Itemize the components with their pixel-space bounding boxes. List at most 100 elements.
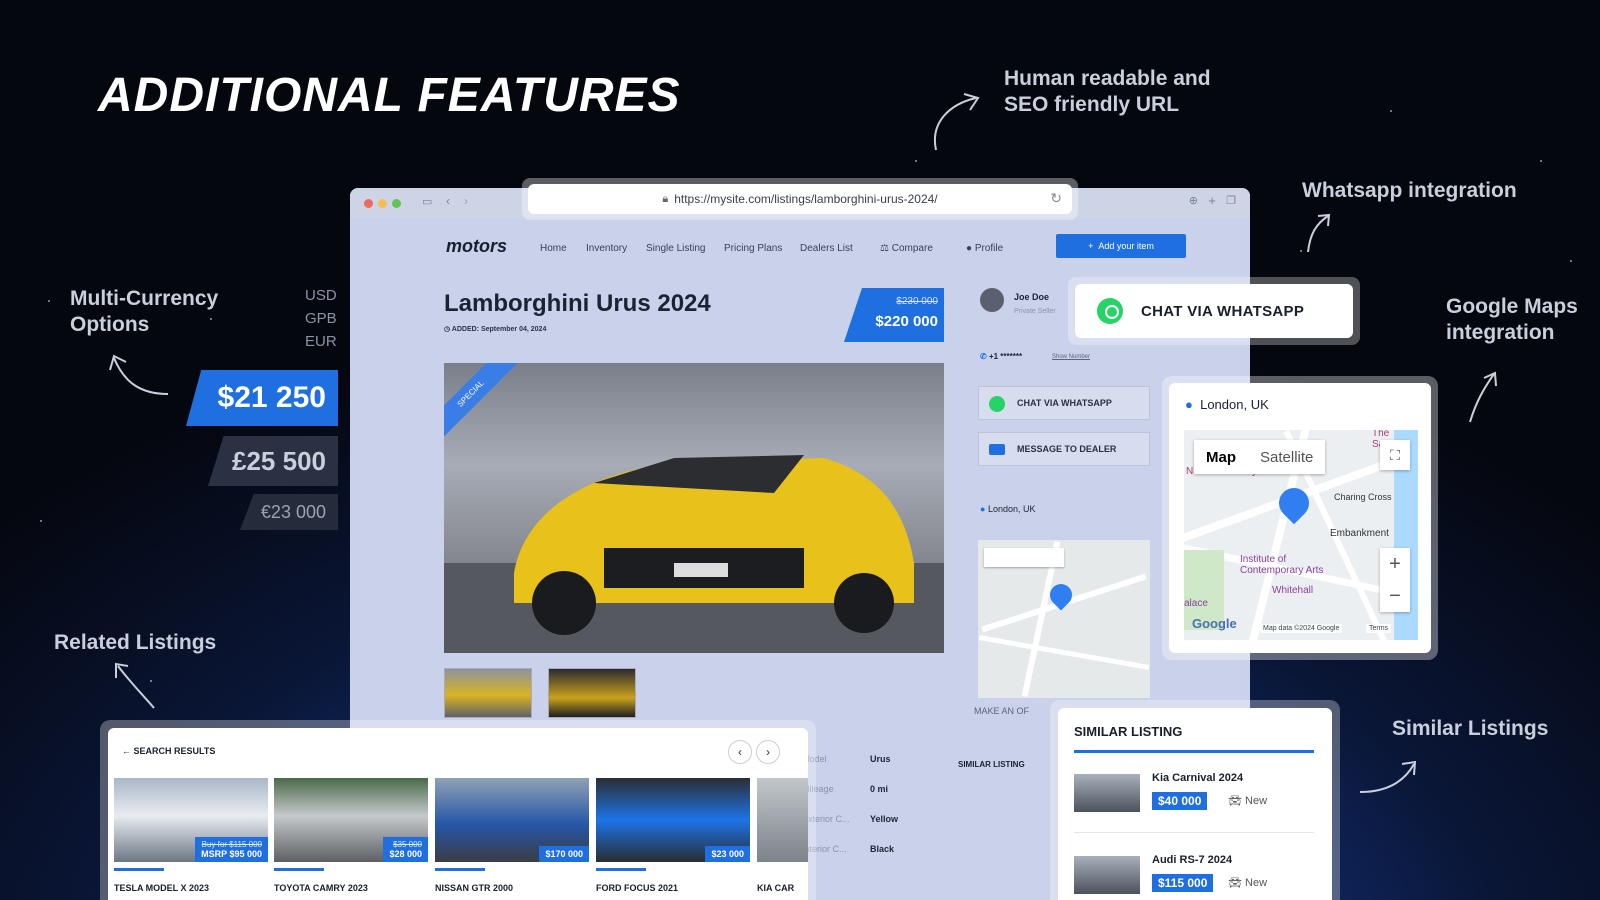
result-name[interactable]: TESLA MODEL X 2023 (114, 883, 209, 893)
back-icon[interactable]: ‹ (446, 194, 450, 208)
currency-eur[interactable]: EUR (305, 330, 337, 353)
similar-item-image[interactable] (1074, 774, 1140, 812)
result-image[interactable]: $35 000 $28 000 (274, 778, 428, 862)
nav-single-listing[interactable]: Single Listing (646, 243, 705, 254)
car-icon: 🚘︎ (1228, 795, 1246, 807)
result-price: $170 000 (545, 849, 583, 859)
fullscreen-icon[interactable]: ⛶ (1380, 440, 1410, 470)
similar-item-price: $115 000 (1152, 874, 1214, 892)
sidebar-toggle-icon[interactable]: ▭ (422, 195, 432, 208)
zoom-out-icon[interactable]: − (1380, 580, 1410, 612)
map-tab-map[interactable]: Map (1194, 440, 1248, 474)
site-logo[interactable]: motors (446, 236, 507, 257)
map-attribution: Map data ©2024 Google (1260, 624, 1343, 633)
similar-listing-card: SIMILAR LISTING Kia Carnival 2024 $40 00… (1058, 708, 1332, 900)
map-canvas[interactable]: The Savoy National Gallery Charing Cross… (1184, 430, 1418, 640)
result-price-tag: Buy for $115 000 MSRP $95 000 (195, 837, 268, 862)
thumbnail-1[interactable] (444, 668, 532, 718)
map-terms-link[interactable]: Terms (1366, 624, 1392, 633)
car-icon: 🚘︎ (1228, 877, 1246, 889)
currency-gpb[interactable]: GPB (305, 307, 337, 330)
result-name[interactable]: TOYOTA CAMRY 2023 (274, 883, 368, 893)
tabs-overview-icon[interactable]: ❐ (1226, 194, 1236, 207)
result-image[interactable]: Buy for $115 000 MSRP $95 000 (114, 778, 268, 862)
old-price: $230 000 (896, 296, 938, 307)
similar-item-condition-text: New (1245, 877, 1268, 889)
similar-item-image[interactable] (1074, 856, 1140, 894)
back-to-search-link[interactable]: ← SEARCH RESULTS (122, 746, 215, 756)
similar-item-name[interactable]: Audi RS-7 2024 (1152, 854, 1232, 866)
whatsapp-highlight: CHAT VIA WHATSAPP (1068, 277, 1360, 345)
nav-profile[interactable]: ● Profile (966, 243, 1003, 254)
headline: ADDITIONAL FEATURES (98, 69, 681, 122)
map-location-text: London, UK (1200, 397, 1269, 412)
main-car-image[interactable]: SPECIAL (444, 363, 944, 653)
reload-icon[interactable]: ↻ (1050, 190, 1062, 207)
zoom-controls: + − (1380, 548, 1410, 612)
forward-icon[interactable]: › (464, 194, 468, 208)
message-dealer-button[interactable]: MESSAGE TO DEALER (978, 432, 1150, 466)
spec-value: Yellow (870, 814, 899, 824)
curved-arrow-icon (1469, 371, 1497, 423)
whatsapp-icon (1097, 298, 1123, 324)
similar-item-name[interactable]: Kia Carnival 2024 (1152, 772, 1243, 784)
whatsapp-icon (989, 396, 1005, 412)
map-type-tabs: Map Satellite (1194, 440, 1326, 474)
currency-usd[interactable]: USD (305, 284, 337, 307)
result-price: $28 000 (389, 849, 422, 859)
url-bar[interactable]: 🔒︎ https://mysite.com/listings/lamborghi… (528, 184, 1072, 214)
nav-compare[interactable]: ⚖ Compare (880, 243, 933, 254)
nav-dealers-list[interactable]: Dealers List (800, 243, 853, 254)
chat-whatsapp-button[interactable]: CHAT VIA WHATSAPP (978, 386, 1150, 420)
location-pin-icon: ● (980, 504, 988, 514)
make-offer-link[interactable]: MAKE AN OF (974, 706, 1029, 716)
show-number-link[interactable]: Show Number (1052, 354, 1090, 360)
mini-map-tab-map[interactable]: Map (992, 552, 1012, 563)
whatsapp-label: CHAT VIA WHATSAPP (1141, 302, 1305, 320)
result-price: $23 000 (711, 849, 744, 859)
result-name[interactable]: NISSAN GTR 2000 (435, 883, 513, 893)
result-price-tag: $170 000 (539, 846, 589, 862)
result-price-tag: $35 000 $28 000 (383, 837, 428, 862)
result-name[interactable]: FORD FOCUS 2021 (596, 883, 678, 893)
result-indicator (596, 868, 646, 871)
nav-inventory[interactable]: Inventory (586, 243, 627, 254)
maximize-window-button[interactable] (392, 199, 401, 208)
message-dealer-label: MESSAGE TO DEALER (1017, 444, 1117, 454)
thumbnail-2[interactable] (548, 668, 636, 718)
close-window-button[interactable] (364, 199, 373, 208)
similar-item-condition: 🚘︎ New (1228, 876, 1267, 889)
download-icon[interactable]: ⊕ (1189, 194, 1198, 207)
result-image[interactable]: $170 000 (435, 778, 589, 862)
carousel-next-button[interactable]: › (756, 740, 780, 764)
google-logo: Google (1192, 616, 1237, 631)
added-date: ◷ ADDED: September 04, 2024 (444, 325, 546, 333)
mini-map[interactable]: Map Satellite (978, 540, 1150, 698)
added-date-text: ADDED: September 04, 2024 (451, 326, 547, 333)
spec-value: 0 mi (870, 784, 889, 794)
mini-map-tab-satellite[interactable]: Satellite (1020, 552, 1056, 563)
carousel-prev-button[interactable]: ‹ (728, 740, 752, 764)
currency-list: USD GPB EUR (305, 284, 337, 353)
result-image[interactable]: $23 000 (596, 778, 750, 862)
phone-number: +1 ******* (988, 352, 1023, 361)
result-name[interactable]: KIA CAR (757, 883, 794, 893)
similar-item-price: $40 000 (1152, 792, 1208, 810)
location-text: London, UK (987, 504, 1036, 514)
nav-home[interactable]: Home (540, 243, 567, 254)
related-listings-highlight: ← SEARCH RESULTS ‹ › Buy for $115 000 MSR… (100, 720, 816, 900)
add-item-button[interactable]: + Add your item (1056, 234, 1186, 258)
map-location-row: ● London, UK (1185, 397, 1269, 412)
google-maps-card: ● London, UK The Savoy National Gallery … (1169, 383, 1431, 653)
whatsapp-button[interactable]: CHAT VIA WHATSAPP (1075, 284, 1353, 338)
google-maps-highlight: ● London, UK The Savoy National Gallery … (1162, 376, 1438, 660)
zoom-in-icon[interactable]: + (1380, 548, 1410, 580)
curved-arrow-icon (1307, 213, 1331, 253)
nav-pricing-plans[interactable]: Pricing Plans (724, 243, 782, 254)
result-image[interactable] (757, 778, 808, 862)
phone-row: ✆ +1 ******* (980, 352, 1022, 361)
new-tab-icon[interactable]: + (1208, 193, 1216, 208)
title-underline (1074, 750, 1314, 753)
minimize-window-button[interactable] (378, 199, 387, 208)
map-tab-satellite[interactable]: Satellite (1248, 440, 1325, 474)
